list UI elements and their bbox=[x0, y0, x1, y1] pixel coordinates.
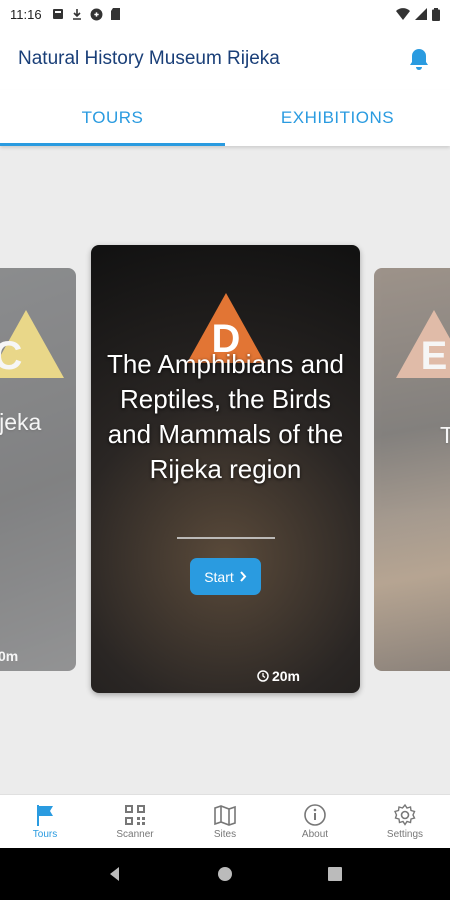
tab-exhibitions[interactable]: EXHIBITIONS bbox=[225, 90, 450, 146]
tour-card-e-title: T bbox=[440, 422, 450, 448]
wifi-icon bbox=[396, 8, 410, 20]
chevron-right-icon bbox=[240, 571, 247, 582]
nav-tours[interactable]: Tours bbox=[0, 795, 90, 848]
start-tour-button[interactable]: Start bbox=[190, 558, 261, 595]
tab-bar: TOURS EXHIBITIONS bbox=[0, 90, 450, 146]
nav-sites[interactable]: Sites bbox=[180, 795, 270, 848]
tour-card-c[interactable]: C ijeka 0m bbox=[0, 268, 76, 671]
tour-card-d-title: The Amphibians and Reptiles, the Birds a… bbox=[106, 349, 345, 484]
app-title: Natural History Museum Rijeka bbox=[18, 48, 280, 69]
back-button-icon[interactable] bbox=[107, 866, 123, 882]
nav-about-label: About bbox=[301, 829, 329, 840]
app-bar: Natural History Museum Rijeka bbox=[0, 28, 450, 90]
flag-icon bbox=[37, 805, 53, 826]
nav-settings-label: Settings bbox=[386, 829, 424, 840]
tour-card-e[interactable]: E T bbox=[374, 268, 450, 671]
system-nav-bar bbox=[0, 848, 450, 900]
badge-letter-e: E bbox=[420, 334, 448, 378]
nav-scanner-label: Scanner bbox=[116, 829, 154, 840]
tour-card-c-duration: 0m bbox=[0, 648, 19, 664]
gear-icon bbox=[394, 803, 416, 826]
badge-letter-c: C bbox=[0, 334, 23, 378]
status-time: 11:16 bbox=[10, 6, 42, 22]
signal-icon bbox=[415, 8, 427, 20]
map-icon bbox=[214, 805, 236, 826]
tour-card-c-title: ijeka bbox=[0, 409, 42, 435]
tab-tours[interactable]: TOURS bbox=[0, 90, 225, 146]
info-icon bbox=[304, 804, 326, 826]
recents-button-icon[interactable] bbox=[327, 866, 343, 882]
tour-carousel[interactable]: C ijeka 0m E T D The Amphibians and Rept… bbox=[0, 146, 450, 794]
nav-scanner[interactable]: Scanner bbox=[90, 795, 180, 848]
nav-about[interactable]: About bbox=[270, 795, 360, 848]
title-divider bbox=[177, 537, 275, 539]
tour-card-d[interactable]: D The Amphibians and Reptiles, the Birds… bbox=[91, 245, 360, 693]
sd-card-icon bbox=[110, 8, 120, 20]
bottom-nav: Tours Scanner Sites About Settings bbox=[0, 794, 450, 848]
status-bar: 11:16 bbox=[0, 0, 450, 28]
bell-icon bbox=[410, 49, 428, 70]
nav-sites-label: Sites bbox=[213, 829, 237, 840]
battery-icon bbox=[432, 7, 440, 21]
nav-settings[interactable]: Settings bbox=[360, 795, 450, 848]
tour-duration-value: 20m bbox=[271, 668, 300, 684]
home-button-icon[interactable] bbox=[217, 866, 233, 882]
nav-tours-label: Tours bbox=[32, 829, 58, 840]
news-icon bbox=[52, 9, 63, 19]
clock-icon bbox=[257, 670, 269, 682]
notifications-button[interactable] bbox=[406, 46, 432, 72]
download-icon bbox=[72, 9, 81, 20]
start-tour-label: Start bbox=[204, 568, 234, 585]
sync-icon bbox=[90, 8, 103, 20]
tour-duration: 20m bbox=[257, 668, 300, 684]
qr-code-icon bbox=[125, 805, 145, 825]
